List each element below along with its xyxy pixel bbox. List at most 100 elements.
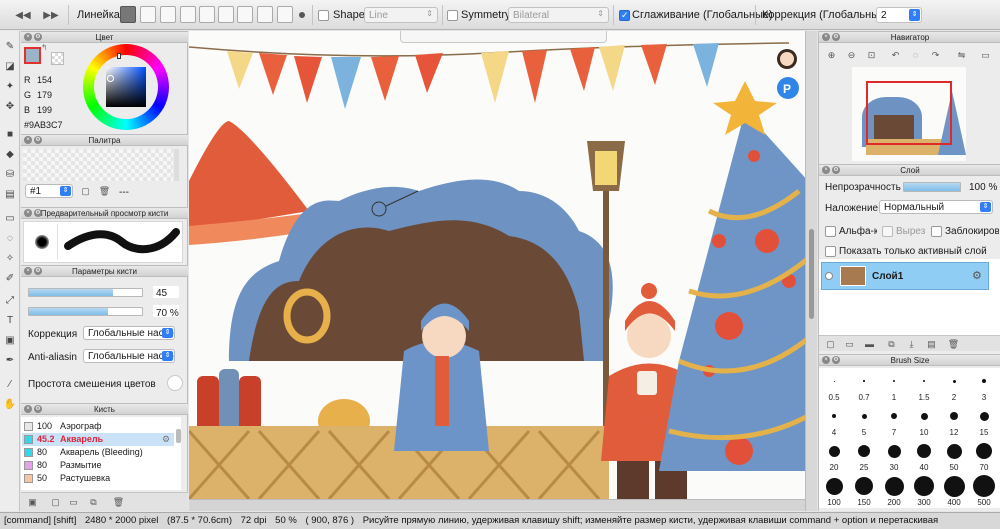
layers-panel-header[interactable]: × ⚙ Слой bbox=[819, 164, 1000, 176]
brush-size-option[interactable]: 10 bbox=[909, 407, 939, 439]
hue-wheel[interactable] bbox=[83, 44, 169, 130]
saturation-value-square[interactable] bbox=[106, 67, 146, 107]
canvas-area[interactable]: P bbox=[189, 31, 817, 511]
palette-panel-header[interactable]: × ⚙ Палитра bbox=[21, 134, 188, 146]
layer-opacity-value[interactable]: 100 % bbox=[969, 182, 997, 193]
merge-layer-icon[interactable]: ▤ bbox=[925, 338, 938, 350]
select-rect-tool-icon[interactable]: ▭ bbox=[3, 211, 17, 225]
g-value[interactable]: 179 bbox=[37, 90, 52, 100]
brush-preview-panel-header[interactable]: × ⚙ Предварительный просмотр кисти bbox=[21, 207, 188, 219]
bucket-tool-icon[interactable]: ⛁ bbox=[3, 167, 17, 181]
ruler-ellipse-button[interactable] bbox=[237, 6, 253, 23]
import-layer-icon[interactable]: ⤓ bbox=[905, 338, 918, 350]
layer-blend-select[interactable]: Нормальный ⇕ bbox=[879, 200, 993, 214]
rotate-left-icon[interactable]: ↶ bbox=[889, 49, 902, 61]
duplicate-layer-icon[interactable]: ⧉ bbox=[885, 338, 898, 350]
palette-scrollbar[interactable] bbox=[174, 149, 179, 181]
brush-size-option[interactable]: 2 bbox=[939, 372, 969, 404]
brush-correction-select[interactable]: Глобальные настр ⇕ bbox=[83, 326, 175, 340]
delete-palette-icon[interactable]: 🗑 bbox=[98, 185, 111, 197]
lasso-tool-icon[interactable]: ◌ bbox=[3, 231, 17, 245]
layer-opacity-slider[interactable] bbox=[903, 182, 961, 192]
brush-list-scrollbar[interactable] bbox=[176, 429, 181, 443]
gradient-tool-icon[interactable]: ▤ bbox=[3, 187, 17, 201]
b-value[interactable]: 199 bbox=[37, 105, 52, 115]
layer-folder-icon[interactable]: ▭ bbox=[843, 338, 856, 350]
brush-size-option[interactable]: 70 bbox=[969, 442, 999, 474]
rotate-reset-icon[interactable]: ◌ bbox=[909, 49, 922, 61]
new-palette-icon[interactable]: ▢ bbox=[79, 185, 92, 197]
transform-tool-icon[interactable]: ⤢ bbox=[3, 293, 17, 307]
navigator-thumbnail[interactable] bbox=[852, 67, 966, 161]
shape-select[interactable]: Line ⇕ bbox=[364, 7, 438, 23]
frame-tool-icon[interactable]: ▣ bbox=[3, 333, 17, 347]
antialias-select[interactable]: Глобальные настр ⇕ bbox=[83, 349, 175, 363]
brush-size-option[interactable]: 25 bbox=[849, 442, 879, 474]
hue-handle[interactable] bbox=[117, 53, 121, 59]
secondary-color-swatch[interactable] bbox=[51, 52, 64, 65]
select-pen-tool-icon[interactable]: ✐ bbox=[3, 271, 17, 285]
brush-size-option[interactable]: 15 bbox=[969, 407, 999, 439]
close-icon[interactable]: × bbox=[24, 405, 32, 413]
brush-panel-header[interactable]: × ⚙ Кисть bbox=[21, 403, 188, 415]
brush-size-option[interactable]: 0.5 bbox=[819, 372, 849, 404]
artwork-canvas[interactable]: P bbox=[189, 31, 817, 499]
brush-size-option[interactable]: 100 bbox=[819, 477, 849, 509]
eraser-tool-icon[interactable]: ◪ bbox=[3, 59, 17, 73]
show-active-only-checkbox[interactable] bbox=[825, 246, 836, 257]
zoom-fit-icon[interactable]: ⊡ bbox=[865, 49, 878, 61]
close-icon[interactable]: × bbox=[24, 33, 32, 41]
rect-tool-icon[interactable]: ■ bbox=[3, 127, 17, 141]
brush-size-option[interactable]: 1 bbox=[879, 372, 909, 404]
color-panel-header[interactable]: × ⚙ Цвет bbox=[21, 31, 188, 43]
alpha-channel-checkbox[interactable] bbox=[825, 226, 836, 237]
brush-size-option[interactable]: 500 bbox=[969, 475, 999, 509]
layer-row[interactable]: Слой1 ⚙ bbox=[821, 262, 989, 290]
brush-opacity-slider[interactable] bbox=[28, 307, 143, 316]
brush-size-option[interactable]: 300 bbox=[909, 476, 939, 509]
palette-select[interactable]: #1 ⇕ bbox=[25, 184, 73, 198]
gear-icon[interactable]: ⚙ bbox=[162, 433, 170, 446]
brush-size-option[interactable]: 12 bbox=[939, 407, 969, 439]
brush-size-value[interactable]: 45 bbox=[156, 288, 167, 299]
vertical-scrollbar[interactable] bbox=[805, 31, 817, 511]
navigator-viewport-rect[interactable] bbox=[866, 81, 952, 145]
brush-size-panel-header[interactable]: × ⚙ Brush Size bbox=[819, 354, 1000, 366]
primary-color-swatch[interactable] bbox=[24, 47, 41, 64]
options-icon[interactable]: ⚙ bbox=[34, 267, 42, 275]
list-item[interactable]: 100 Аэрограф bbox=[22, 420, 174, 433]
close-icon[interactable]: × bbox=[24, 136, 32, 144]
clip-checkbox[interactable] bbox=[882, 226, 893, 237]
brush-size-option[interactable]: 5 bbox=[849, 407, 879, 439]
brush-size-option[interactable]: 4 bbox=[819, 407, 849, 439]
color-picker-handle[interactable] bbox=[107, 75, 114, 82]
brush-size-option[interactable]: 0.7 bbox=[849, 372, 879, 404]
brush-size-option[interactable]: 7 bbox=[879, 407, 909, 439]
options-icon[interactable]: ⚙ bbox=[832, 356, 840, 364]
brush-size-option[interactable]: 20 bbox=[819, 442, 849, 474]
text-tool-icon[interactable]: T bbox=[3, 313, 17, 327]
magic-wand-tool-icon[interactable]: ✧ bbox=[3, 251, 17, 265]
brush-size-slider[interactable] bbox=[28, 288, 143, 297]
flip-icon[interactable]: ⇋ bbox=[955, 49, 968, 61]
hand-tool-icon[interactable]: ✋ bbox=[3, 397, 17, 411]
close-icon[interactable]: × bbox=[24, 209, 32, 217]
ruler-perspective-button[interactable] bbox=[257, 6, 273, 23]
rotate-right-icon[interactable]: ↷ bbox=[929, 49, 942, 61]
list-item-selected[interactable]: 45.2 Акварель ⚙ bbox=[22, 433, 174, 446]
navigator-panel-header[interactable]: × ⚙ Навигатор bbox=[819, 31, 1000, 43]
list-item[interactable]: 50 Растушевка bbox=[22, 472, 174, 485]
brush-size-option[interactable]: 400 bbox=[939, 475, 969, 509]
list-item[interactable]: 80 Размытие bbox=[22, 459, 174, 472]
vertical-scroll-thumb[interactable] bbox=[809, 229, 814, 319]
ruler-cross-button[interactable] bbox=[180, 6, 196, 23]
smudge-tool-icon[interactable]: ✦ bbox=[3, 79, 17, 93]
ruler-parallel-button[interactable] bbox=[140, 6, 156, 23]
zoom-out-icon[interactable]: ⊖ bbox=[845, 49, 858, 61]
brush-size-option[interactable]: 1.5 bbox=[909, 372, 939, 404]
delete-layer-icon[interactable]: 🗑 bbox=[947, 338, 960, 350]
duplicate-brush-icon[interactable]: ⧉ bbox=[87, 496, 100, 508]
pen-tool-icon[interactable]: ✒ bbox=[3, 353, 17, 367]
r-value[interactable]: 154 bbox=[37, 75, 52, 85]
smoothing-checkbox[interactable] bbox=[619, 10, 630, 21]
